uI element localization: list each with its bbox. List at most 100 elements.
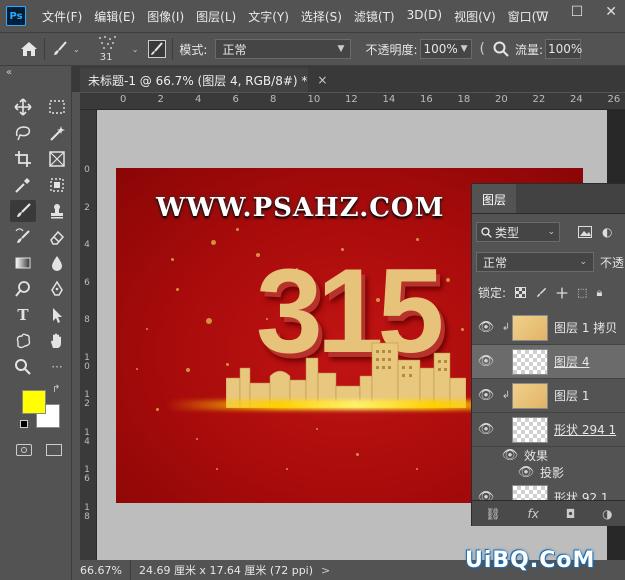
document-tab[interactable]: 未标题-1 @ 66.7% (图层 4, RGB/8#) * × (80, 66, 327, 92)
layer-filter-select[interactable]: 类型 ⌄ (476, 222, 560, 242)
ruler-tick-label: 20 (495, 94, 508, 105)
stamp-tool-icon[interactable] (44, 200, 70, 222)
zoom-field[interactable]: 66.67% (72, 560, 131, 580)
dodge-tool-icon[interactable] (10, 278, 36, 300)
ruler-tick-label: 16 (420, 94, 433, 105)
menu-item[interactable]: 图层(L) (196, 8, 236, 25)
foreground-color-swatch[interactable] (22, 390, 46, 414)
history-brush-icon[interactable] (10, 226, 36, 248)
particle (206, 318, 212, 324)
clip-arrow-icon: ↲ (501, 390, 511, 401)
opacity-label: 不透明度: (365, 42, 418, 57)
collapse-icon[interactable]: « (6, 67, 12, 78)
eye-icon[interactable]: 👁︎ (472, 354, 500, 369)
options-bar: ⌄ 31 ⌄ 模式: 正常 ▼ 不透明度: 100% ▼ ( 流量: 100% (0, 32, 625, 66)
lock-artboard-icon[interactable]: ⬚ (577, 286, 587, 299)
magic-wand-icon[interactable] (44, 122, 70, 144)
close-tab-icon[interactable]: × (317, 73, 327, 87)
eyedropper-icon[interactable] (10, 174, 36, 196)
screen-mode-icon[interactable] (46, 444, 62, 456)
layer-row[interactable]: 👁︎ ↲ 图层 1 拷贝 (472, 311, 625, 345)
frame-tool-icon[interactable] (44, 148, 70, 170)
particle (236, 228, 239, 231)
layer-blend-mode-select[interactable]: 正常 ⌄ (476, 252, 594, 272)
menu-item[interactable]: 选择(S) (301, 8, 342, 25)
close-button[interactable]: ✕ (605, 4, 617, 20)
brush-preset-picker[interactable]: 31 (92, 34, 132, 64)
adjustment-filter-icon[interactable]: ◐ (602, 225, 612, 239)
menu-item[interactable]: 3D(D) (407, 8, 442, 25)
search-icon[interactable] (493, 41, 509, 57)
layer-blend-mode-value: 正常 (483, 255, 508, 270)
opacity-input[interactable]: 100% ▼ (419, 39, 472, 59)
effect-item-row[interactable]: 👁︎ 投影 (472, 464, 625, 481)
gradient-tool-icon[interactable] (10, 252, 36, 274)
menu-item[interactable]: 图像(I) (147, 8, 184, 25)
tab-layers[interactable]: 图层 (472, 184, 517, 213)
brush-tool-icon[interactable] (10, 200, 36, 222)
chevron-down-icon[interactable]: ⌄ (132, 45, 139, 54)
custom-shape-icon[interactable] (10, 330, 36, 352)
more-tools-icon[interactable]: ··· (44, 356, 70, 378)
pressure-opacity-icon[interactable]: ( (480, 41, 485, 57)
fx-icon[interactable]: fx (528, 507, 539, 521)
blur-tool-icon[interactable] (44, 252, 70, 274)
marquee-tool-icon[interactable] (44, 96, 70, 118)
particle (136, 368, 138, 370)
brush-panel-toggle[interactable] (148, 40, 167, 58)
lock-all-icon[interactable]: 🔒︎ (596, 286, 602, 300)
lock-row: 锁定: ⬚ 🔒︎ (478, 284, 602, 301)
lock-position-icon[interactable] (556, 287, 568, 299)
patch-tool-icon[interactable] (44, 174, 70, 196)
type-tool-icon[interactable]: T (10, 304, 36, 326)
status-menu-icon[interactable]: > (321, 564, 330, 577)
eye-icon[interactable]: 👁︎ (472, 320, 500, 335)
menu-item[interactable]: 文字(Y) (248, 8, 289, 25)
minimize-button[interactable]: — (535, 4, 549, 20)
lasso-tool-icon[interactable] (10, 122, 36, 144)
clip-arrow-icon: ↲ (501, 322, 511, 333)
effects-label: 效果 (524, 449, 549, 463)
new-adjustment-icon[interactable]: ◑ (602, 507, 612, 521)
default-colors-icon[interactable] (20, 420, 28, 428)
particle (216, 468, 218, 470)
menu-list: 文件(F) 编辑(E) 图像(I) 图层(L) 文字(Y) 选择(S) 滤镜(T) 3D(D)… (30, 8, 548, 25)
menu-bar: Ps 文件(F) 编辑(E) 图像(I) 图层(L) 文字(Y) 选择(S) 滤镜(T) 3D… (0, 0, 625, 32)
blend-mode-select[interactable]: 正常 ▼ (215, 39, 352, 59)
effects-row[interactable]: 👁︎ 效果 (472, 447, 625, 464)
menu-item[interactable]: 视图(V) (454, 8, 496, 25)
menu-item[interactable]: 文件(F) (42, 8, 82, 25)
home-icon[interactable] (20, 41, 38, 57)
lock-pixels-icon[interactable] (535, 287, 547, 299)
link-layers-icon[interactable]: ⛓ (485, 507, 500, 521)
menu-item[interactable]: 编辑(E) (94, 8, 135, 25)
path-selection-icon[interactable] (44, 304, 70, 326)
chevron-down-icon[interactable]: ⌄ (73, 45, 80, 54)
swap-colors-icon[interactable]: ↱ (52, 384, 60, 395)
eraser-icon[interactable] (44, 226, 70, 248)
eye-icon[interactable]: 👁︎ (472, 388, 500, 403)
ruler-tick-label: 18 (457, 94, 471, 105)
eye-icon[interactable]: 👁︎ (512, 465, 540, 480)
brush-settings-icon (151, 42, 164, 55)
add-mask-icon[interactable]: ◘ (566, 507, 576, 521)
layer-row[interactable]: 👁︎ 图层 4 (472, 345, 625, 379)
pen-tool-icon[interactable] (44, 278, 70, 300)
maximize-button[interactable]: ☐ (571, 4, 584, 20)
ruler-tick-label: 2 (84, 202, 90, 213)
flow-input[interactable]: 100% (545, 39, 582, 59)
layer-row[interactable]: 👁︎ ↲ 图层 1 (472, 379, 625, 413)
particle (196, 438, 198, 440)
layer-row[interactable]: 👁︎ 形状 294 1 (472, 413, 625, 447)
image-filter-icon[interactable] (578, 226, 592, 238)
lock-transparent-icon[interactable] (515, 287, 527, 298)
crop-tool-icon[interactable] (10, 148, 36, 170)
quick-mask-icon[interactable] (16, 444, 32, 456)
zoom-tool-icon[interactable] (10, 356, 36, 378)
brush-tool-icon[interactable] (51, 40, 69, 58)
menu-item[interactable]: 滤镜(T) (354, 8, 395, 25)
hand-tool-icon[interactable] (44, 330, 70, 352)
move-tool-icon[interactable] (10, 96, 36, 118)
eye-icon[interactable]: 👁︎ (472, 422, 500, 437)
eye-icon[interactable]: 👁︎ (496, 448, 524, 463)
